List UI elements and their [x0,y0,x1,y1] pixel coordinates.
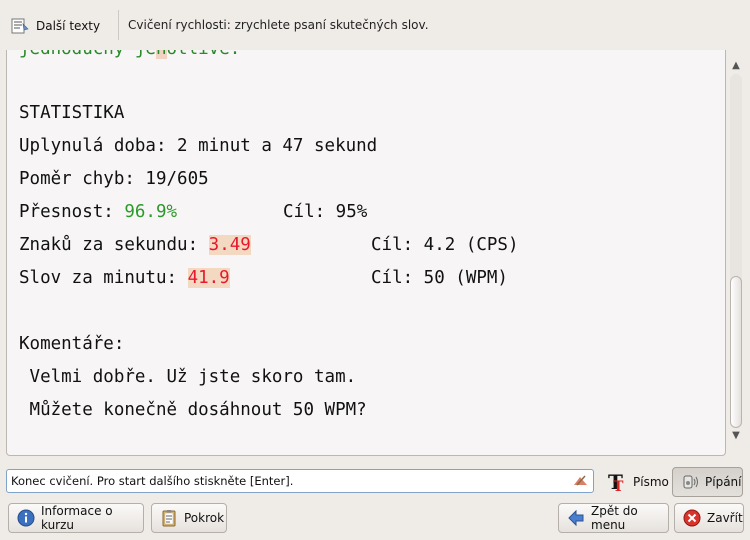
cps-goal: Cíl: 4.2 (CPS) [371,235,519,255]
typing-input[interactable] [6,469,594,493]
toolbar: Další texty Cvičení rychlosti: zrychlete… [0,0,750,50]
beep-label: Pípání [705,475,742,489]
comment-line-1: Velmi dobře. Už jste skoro tam. [19,367,357,387]
progress-button[interactable]: Pokrok [151,503,227,533]
scroll-down-icon[interactable]: ▼ [730,430,742,442]
svg-text:T: T [613,479,624,493]
text-lines-icon [10,16,30,36]
scrollbar-thumb[interactable] [730,276,742,428]
stats-heading: STATISTIKA [19,103,125,123]
error-ratio: Poměr chyb: 19/605 [19,169,209,189]
wpm-row: Slov za minutu: 41.9 [19,268,230,288]
font-t-icon: T T [608,471,627,493]
more-texts-label: Další texty [36,19,101,33]
close-button[interactable]: Zavřít [674,503,744,533]
elapsed-time: Uplynulá doba: 2 minut a 47 sekund [19,136,378,156]
course-info-button[interactable]: Informace o kurzu [8,503,144,533]
more-texts-button[interactable]: Další texty [10,13,100,39]
close-label: Zavřít [707,511,743,525]
info-icon [17,509,35,527]
toolbar-separator [118,10,119,40]
close-circle-icon [683,509,701,527]
course-info-label: Informace o kurzu [41,504,113,532]
accuracy-row: Přesnost: 96.9% [19,202,178,222]
clear-input-icon[interactable] [571,473,589,489]
exercise-text-area[interactable]: jednoduchý jenotlivé. STATISTIKA Uplynul… [6,50,726,456]
comments-heading: Komentáře: [19,334,125,354]
arrow-left-icon [567,509,585,527]
font-label: Písmo [633,475,669,489]
previous-text-line: jednoduchý jenotlivé. [19,50,240,66]
accuracy-value: 96.9% [124,202,178,222]
comment-line-2: Můžete konečně dosáhnout 50 WPM? [19,400,367,420]
exercise-title: Cvičení rychlosti: zrychlete psaní skute… [128,18,429,32]
scroll-up-icon[interactable]: ▲ [730,60,742,72]
wpm-value: 41.9 [187,268,230,288]
font-button[interactable]: T T Písmo [600,467,669,497]
vertical-scrollbar[interactable]: ▲ ▼ [728,50,744,456]
progress-label: Pokrok [184,511,225,525]
back-to-menu-label: Zpět do menu [591,504,638,532]
beep-toggle-button[interactable]: Pípání [672,467,743,497]
accuracy-goal: Cíl: 95% [283,202,368,222]
cps-row: Znaků za sekundu: 3.49 [19,235,251,255]
wpm-goal: Cíl: 50 (WPM) [371,268,508,288]
clipboard-icon [160,509,178,527]
cps-value: 3.49 [208,235,251,255]
back-to-menu-button[interactable]: Zpět do menu [558,503,669,533]
speaker-icon [681,473,699,491]
